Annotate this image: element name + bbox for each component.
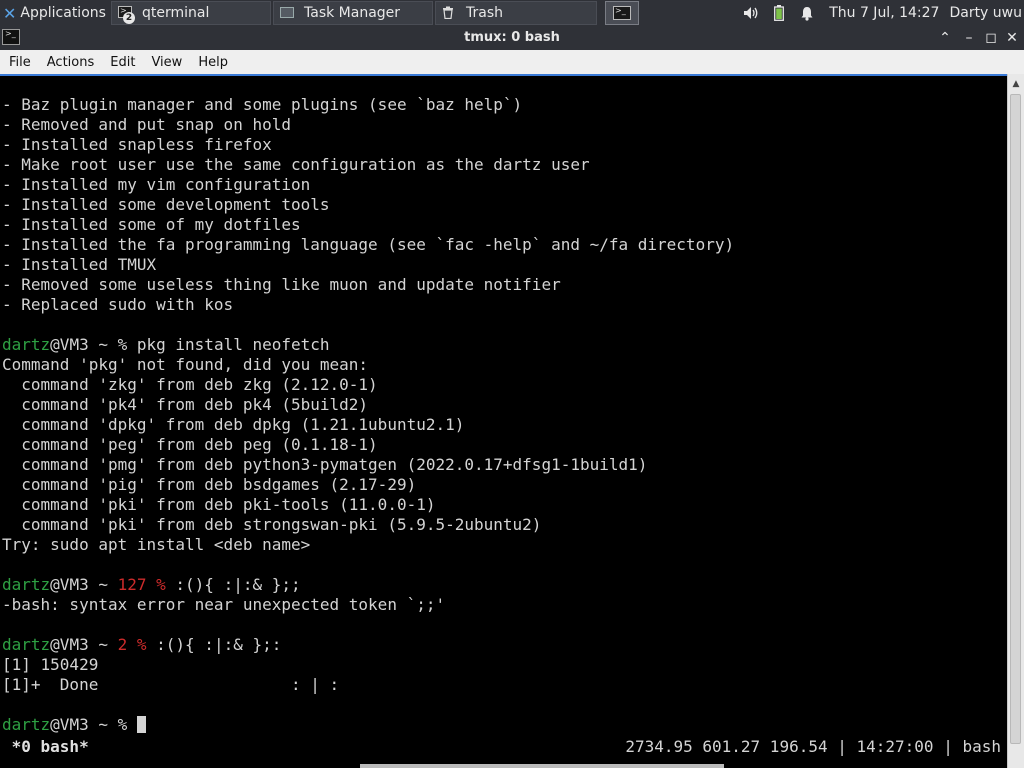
- window-title: tmux: 0 bash: [464, 30, 560, 45]
- scroll-up-icon[interactable]: ▲: [1008, 76, 1024, 92]
- prompt-exit-code: 2 %: [117, 635, 157, 654]
- minimize-icon[interactable]: –: [960, 29, 978, 47]
- vertical-scrollbar[interactable]: ▲: [1007, 74, 1024, 768]
- prompt-symbol: %: [117, 715, 137, 734]
- task-manager-icon: [280, 6, 296, 20]
- applications-menu-button[interactable]: ✕ Applications: [0, 0, 108, 26]
- scroll-down-icon[interactable]: [1008, 752, 1024, 768]
- terminal-output[interactable]: - Baz plugin manager and some plugins (s…: [0, 74, 1007, 768]
- menu-view[interactable]: View: [143, 55, 190, 70]
- scrollbar-thumb[interactable]: [1010, 94, 1021, 744]
- text-cursor: [136, 716, 146, 733]
- terminal-line: command 'dpkg' from deb dpkg (1.21.1ubun…: [2, 415, 465, 434]
- taskbar-item-active-terminal[interactable]: >_: [605, 1, 639, 25]
- terminal-prompt-line: dartz@VM3 ~ % pkg install neofetch: [2, 335, 330, 355]
- horizontal-scrollbar-thumb[interactable]: [360, 764, 724, 768]
- window-title-bar[interactable]: >_ tmux: 0 bash ⌃ – ◻ ✕: [0, 26, 1024, 50]
- battery-icon[interactable]: [770, 4, 788, 22]
- terminal-icon: >_: [613, 6, 631, 20]
- maximize-icon[interactable]: ◻: [982, 29, 1000, 47]
- command-text: :(){ :|:& };:: [156, 635, 282, 654]
- command-text: :(){ :|:& };;: [175, 575, 301, 594]
- taskbar-item-trash[interactable]: Trash: [435, 1, 597, 25]
- taskbar-item-label: Trash: [466, 5, 503, 21]
- terminal-line: - Installed the fa programming language …: [2, 235, 735, 254]
- prompt-exit-code: 127 %: [117, 575, 176, 594]
- menu-file[interactable]: File: [0, 55, 39, 70]
- terminal-line: - Removed and put snap on hold: [2, 115, 291, 134]
- prompt-host: @VM3 ~: [50, 335, 118, 354]
- terminal-line: Try: sudo apt install <deb name>: [2, 535, 311, 554]
- terminal-line: -bash: syntax error near unexpected toke…: [2, 595, 446, 614]
- command-text: pkg install neofetch: [136, 335, 330, 354]
- system-tray: Thu 7 Jul, 14:27 Darty uwu: [737, 0, 1024, 26]
- clock[interactable]: Thu 7 Jul, 14:27: [829, 5, 939, 21]
- terminal-line: - Installed snapless firefox: [2, 135, 272, 154]
- tmux-window-list: *0 bash*: [2, 737, 89, 756]
- terminal-line: command 'pig' from deb bsdgames (2.17-29…: [2, 475, 417, 494]
- terminal-line: Command 'pkg' not found, did you mean:: [2, 355, 369, 374]
- terminal-line: - Make root user use the same configurat…: [2, 155, 590, 174]
- prompt-host: @VM3 ~: [50, 635, 118, 654]
- terminal-line: command 'pki' from deb strongswan-pki (5…: [2, 515, 542, 534]
- user-name[interactable]: Darty uwu: [949, 5, 1022, 21]
- terminal-prompt-line: dartz@VM3 ~ 127 % :(){ :|:& };;: [2, 575, 301, 595]
- terminal-line: command 'pmg' from deb python3-pymatgen …: [2, 455, 648, 474]
- prompt-symbol: %: [117, 335, 137, 354]
- shade-icon[interactable]: ⌃: [936, 29, 954, 47]
- prompt-host: @VM3 ~: [50, 715, 118, 734]
- bell-icon[interactable]: [798, 4, 816, 22]
- menu-edit[interactable]: Edit: [102, 55, 143, 70]
- terminal-prompt-line: dartz@VM3 ~ 2 % :(){ :|:& };:: [2, 635, 281, 655]
- window-count-badge: 2: [123, 12, 135, 24]
- xfce-logo-icon: ✕: [3, 3, 17, 23]
- terminal-line: command 'pk4' from deb pk4 (5build2): [2, 395, 369, 414]
- terminal-line: command 'zkg' from deb zkg (2.12.0-1): [2, 375, 378, 394]
- volume-icon[interactable]: [742, 4, 760, 22]
- terminal-line: - Removed some useless thing like muon a…: [2, 275, 561, 294]
- applications-label: Applications: [20, 5, 106, 21]
- prompt-host: @VM3 ~: [50, 575, 118, 594]
- terminal-line: - Installed TMUX: [2, 255, 157, 274]
- terminal-line: - Replaced sudo with kos: [2, 295, 234, 314]
- prompt-user: dartz: [2, 335, 51, 354]
- terminal-line: [1] 150429: [2, 655, 99, 674]
- taskbar-item-label: Task Manager: [304, 5, 401, 21]
- terminal-line: command 'pki' from deb pki-tools (11.0.0…: [2, 495, 436, 514]
- terminal-line: - Installed some of my dotfiles: [2, 215, 301, 234]
- terminal-prompt-line: dartz@VM3 ~ %: [2, 715, 146, 735]
- taskbar-item-label: qterminal: [142, 5, 210, 21]
- terminal-line: - Installed my vim configuration: [2, 175, 311, 194]
- terminal-line: command 'peg' from deb peg (0.1.18-1): [2, 435, 378, 454]
- prompt-user: dartz: [2, 635, 51, 654]
- terminal-line: [1]+ Done : | :: [2, 675, 340, 694]
- terminal-line: - Baz plugin manager and some plugins (s…: [2, 95, 523, 114]
- trash-icon: [442, 6, 458, 20]
- menu-bar: File Actions Edit View Help: [0, 50, 1024, 74]
- prompt-user: dartz: [2, 715, 51, 734]
- taskbar-item-qterminal[interactable]: >_ 2 qterminal: [111, 1, 271, 25]
- close-icon[interactable]: ✕: [1003, 29, 1021, 47]
- taskbar-item-task-manager[interactable]: Task Manager: [273, 1, 433, 25]
- terminal-icon: >_ 2: [118, 6, 135, 24]
- terminal-line: - Installed some development tools: [2, 195, 330, 214]
- top-panel: ✕ Applications >_ 2 qterminal Task Manag…: [0, 0, 1024, 26]
- menu-actions[interactable]: Actions: [39, 55, 103, 70]
- menu-help[interactable]: Help: [190, 55, 236, 70]
- prompt-user: dartz: [2, 575, 51, 594]
- tmux-status-right: 2734.95 601.27 196.54 | 14:27:00 | bash: [625, 737, 1001, 756]
